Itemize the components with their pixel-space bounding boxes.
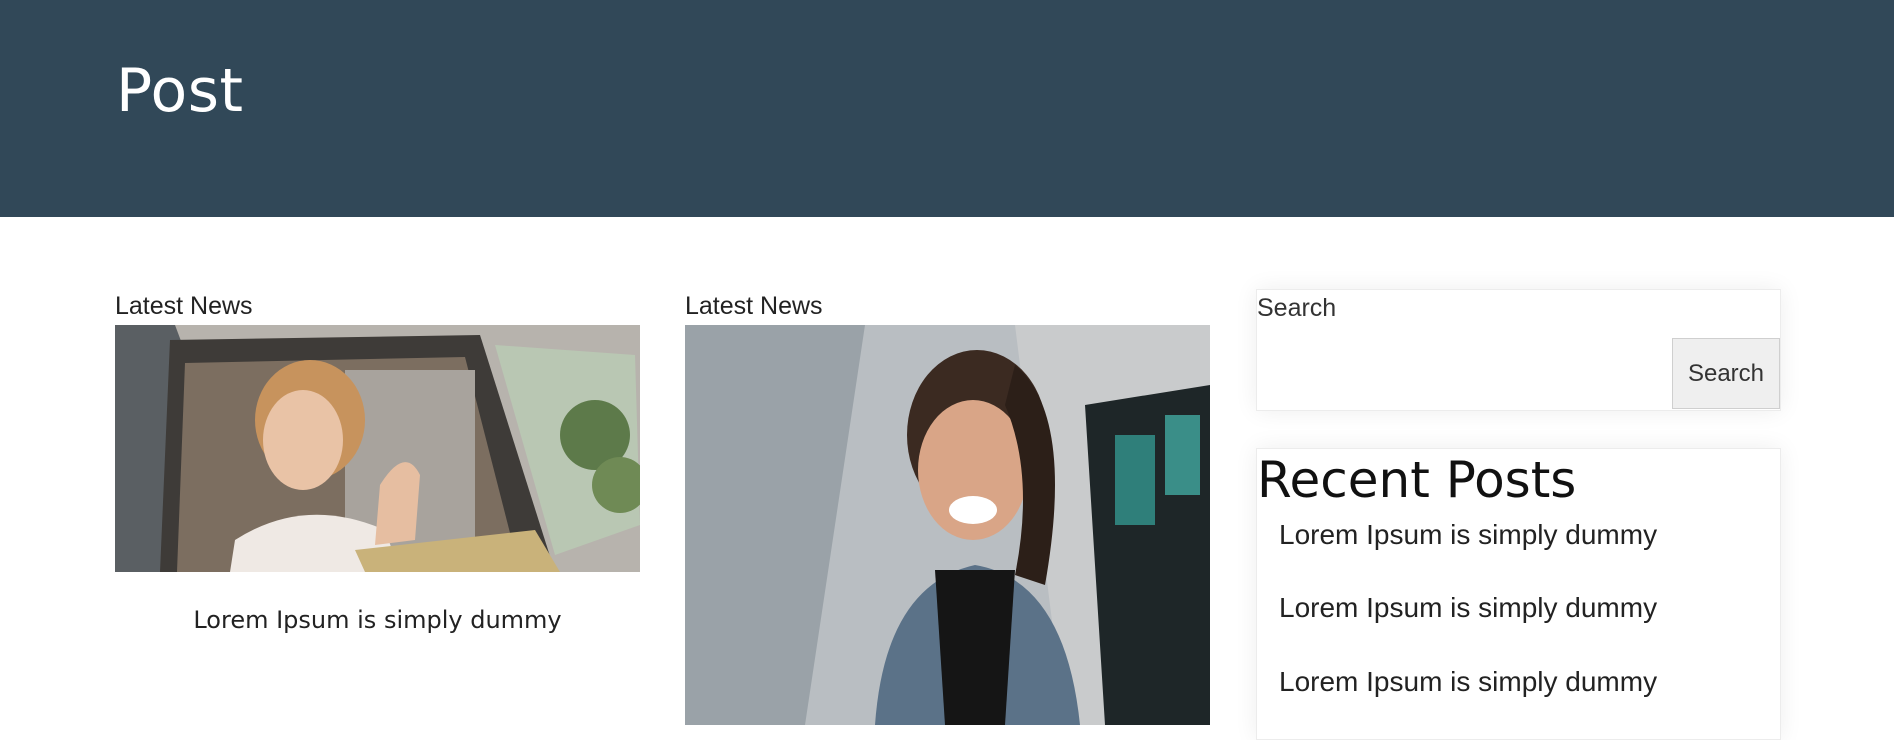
laughing-woman-photo-image — [685, 325, 1210, 725]
search-widget: Search Search — [1256, 289, 1781, 411]
page-title: Post — [116, 56, 244, 126]
recent-posts-widget: Recent Posts Lorem Ipsum is simply dummy… — [1256, 448, 1781, 740]
column-2-category-label: Latest News — [685, 292, 823, 320]
recent-post-link[interactable]: Lorem Ipsum is simply dummy — [1279, 519, 1657, 551]
search-button[interactable]: Search — [1672, 338, 1780, 409]
search-input[interactable] — [1257, 338, 1671, 408]
search-label: Search — [1257, 294, 1337, 322]
recent-post-link[interactable]: Lorem Ipsum is simply dummy — [1279, 666, 1657, 698]
column-1-category-label: Latest News — [115, 292, 253, 320]
post-1-title[interactable]: Lorem Ipsum is simply dummy — [115, 606, 640, 634]
page-header-banner: Post — [0, 0, 1894, 217]
bride-in-car-photo-image — [115, 325, 640, 572]
recent-post-link[interactable]: Lorem Ipsum is simply dummy — [1279, 592, 1657, 624]
recent-posts-heading: Recent Posts — [1257, 451, 1577, 509]
post-2-image[interactable] — [685, 325, 1210, 725]
post-1-image[interactable] — [115, 325, 640, 572]
